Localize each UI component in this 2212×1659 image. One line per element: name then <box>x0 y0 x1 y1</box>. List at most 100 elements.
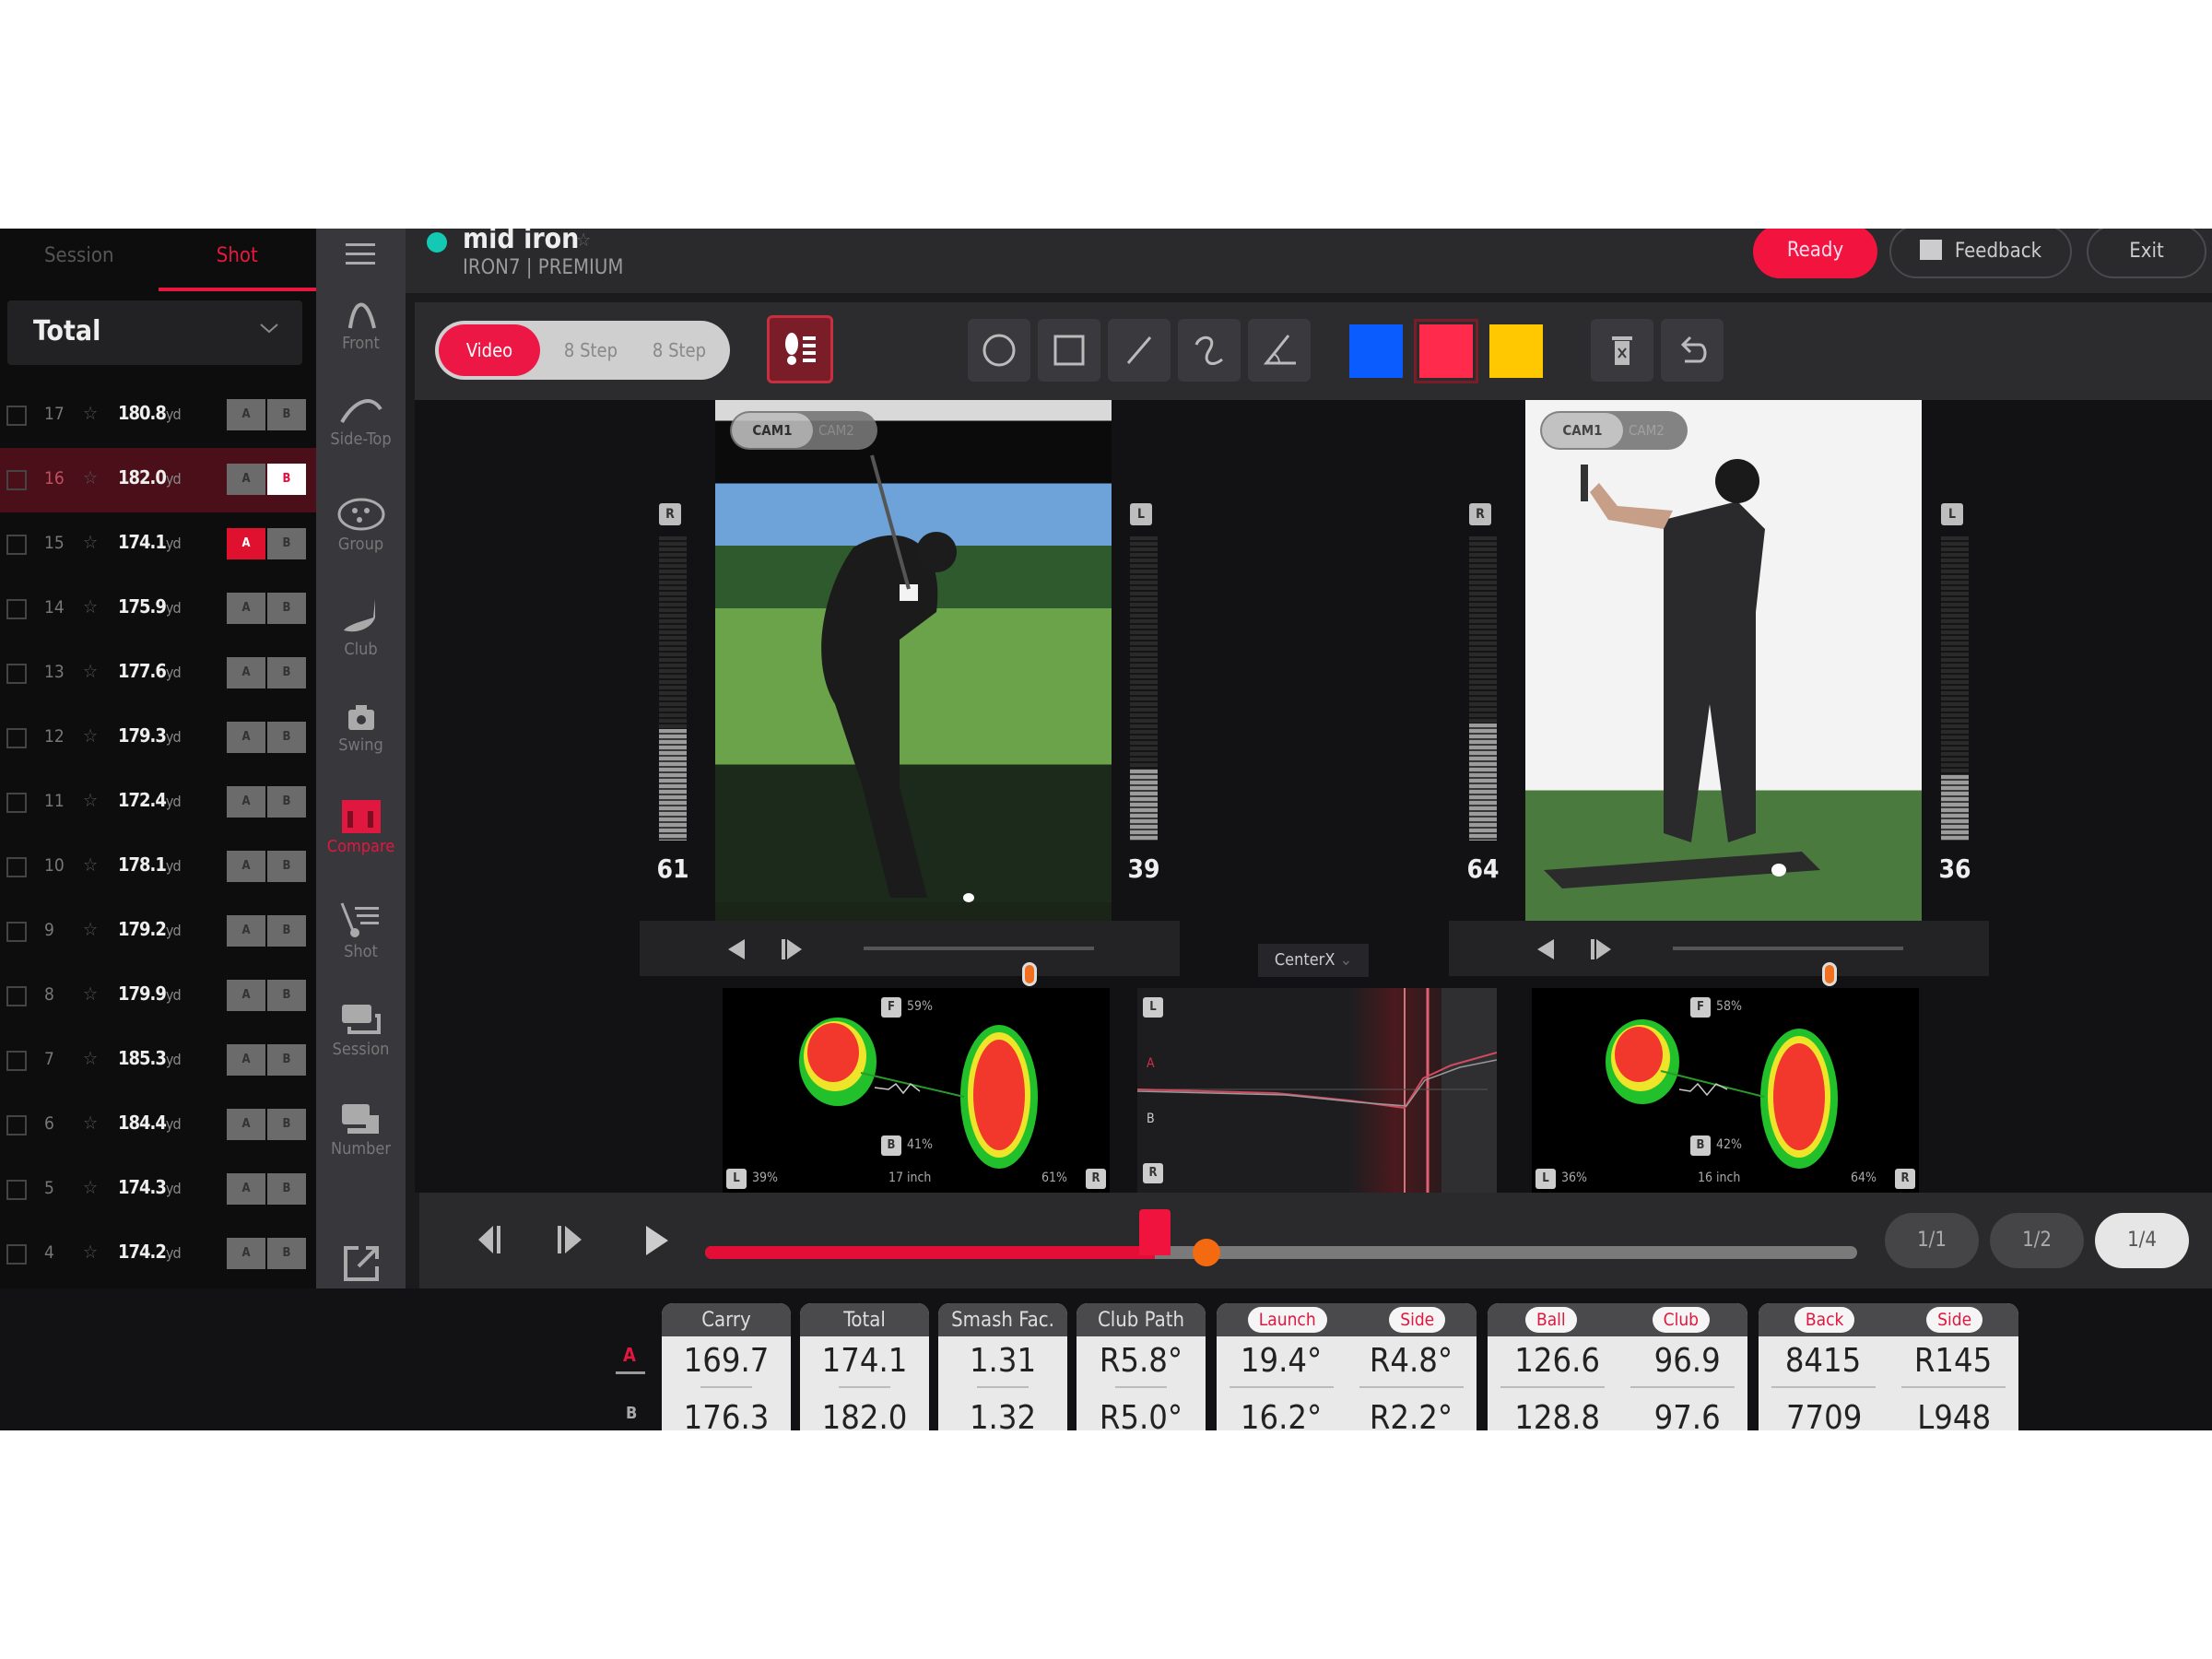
assign-b-button[interactable]: B <box>267 399 306 430</box>
favorite-star-icon[interactable]: ☆ <box>83 531 98 553</box>
footprint-list-button[interactable] <box>767 315 833 383</box>
video-a[interactable]: CAM1 CAM2 <box>715 400 1112 921</box>
shot-row[interactable]: 8 ☆ 179.9yd A B <box>0 964 316 1029</box>
undo-button[interactable] <box>1661 319 1724 382</box>
shot-checkbox[interactable] <box>6 599 27 619</box>
shot-row[interactable]: 11 ☆ 172.4yd A B <box>0 771 316 835</box>
shot-row[interactable]: 5 ☆ 174.3yd A B <box>0 1158 316 1222</box>
metric-filter-dropdown[interactable]: Total <box>7 300 302 365</box>
color-yellow-swatch[interactable] <box>1489 324 1543 378</box>
shot-checkbox[interactable] <box>6 1115 27 1135</box>
assign-a-button[interactable]: A <box>227 915 265 947</box>
tab-session[interactable]: Session <box>0 229 159 291</box>
timeline-impact-marker[interactable] <box>1138 1209 1171 1255</box>
shot-row[interactable]: 15 ☆ 174.1yd A B <box>0 512 316 577</box>
assign-a-button[interactable]: A <box>227 786 265 818</box>
assign-a-button[interactable]: A <box>227 851 265 882</box>
nav-shot[interactable]: Shot <box>316 900 406 961</box>
assign-a-button[interactable]: A <box>227 1044 265 1076</box>
mode-8-step-a[interactable]: 8 Step <box>549 321 632 380</box>
assign-a-button[interactable]: A <box>227 593 265 624</box>
shot-row[interactable]: 7 ☆ 185.3yd A B <box>0 1029 316 1093</box>
assign-b-button[interactable]: B <box>267 722 306 753</box>
favorite-star-icon[interactable]: ☆ <box>83 853 98 876</box>
assign-b-button[interactable]: B <box>267 851 306 882</box>
metric-header-label[interactable]: Back <box>1794 1307 1855 1333</box>
favorite-star-icon[interactable]: ☆ <box>83 466 98 488</box>
favorite-star-icon[interactable]: ☆ <box>83 724 98 747</box>
next-frame-icon[interactable] <box>1589 937 1613 961</box>
favorite-star-icon[interactable]: ☆ <box>576 229 591 251</box>
speed-quarter-button[interactable]: 1/4 <box>2095 1213 2189 1268</box>
speed-1x-button[interactable]: 1/1 <box>1885 1213 1979 1268</box>
center-metric-dropdown[interactable]: CenterX ⌄ <box>1258 944 1369 977</box>
step-back-icon[interactable] <box>477 1224 504 1255</box>
shot-checkbox[interactable] <box>6 793 27 813</box>
shot-row[interactable]: 17 ☆ 180.8yd A B <box>0 383 316 448</box>
feedback-button[interactable]: Feedback <box>1889 229 2072 278</box>
camera-toggle[interactable]: CAM1 CAM2 <box>1540 411 1688 450</box>
assign-b-button[interactable]: B <box>267 464 306 495</box>
shot-checkbox[interactable] <box>6 728 27 748</box>
shot-row[interactable]: 6 ☆ 184.4yd A B <box>0 1093 316 1158</box>
shot-checkbox[interactable] <box>6 922 27 942</box>
video-a-scrubber[interactable] <box>864 947 1094 986</box>
shot-checkbox[interactable] <box>6 470 27 490</box>
assign-a-button[interactable]: A <box>227 1173 265 1205</box>
assign-b-button[interactable]: B <box>267 657 306 688</box>
shot-checkbox[interactable] <box>6 664 27 684</box>
shot-checkbox[interactable] <box>6 857 27 877</box>
assign-a-button[interactable]: A <box>227 528 265 559</box>
next-frame-icon[interactable] <box>780 937 804 961</box>
assign-b-button[interactable]: B <box>267 786 306 818</box>
nav-compare[interactable]: Compare <box>316 798 406 856</box>
scrubber-handle[interactable] <box>1822 962 1837 986</box>
assign-b-button[interactable]: B <box>267 593 306 624</box>
mode-8-step-b[interactable]: 8 Step <box>638 321 721 380</box>
favorite-star-icon[interactable]: ☆ <box>83 1241 98 1263</box>
assign-a-button[interactable]: A <box>227 1109 265 1140</box>
hamburger-menu-icon[interactable] <box>344 238 377 271</box>
favorite-star-icon[interactable]: ☆ <box>83 789 98 811</box>
clear-drawings-button[interactable] <box>1591 319 1653 382</box>
circle-tool[interactable] <box>968 319 1030 382</box>
nav-swing[interactable]: Swing <box>316 700 406 755</box>
assign-a-button[interactable]: A <box>227 1238 265 1269</box>
play-icon[interactable] <box>642 1224 670 1257</box>
shot-row[interactable]: 13 ☆ 177.6yd A B <box>0 641 316 706</box>
video-b[interactable]: CAM1 CAM2 <box>1525 400 1922 921</box>
shot-checkbox[interactable] <box>6 1051 27 1071</box>
metric-header-label[interactable]: Launch <box>1247 1307 1327 1333</box>
metric-header-label[interactable]: Ball <box>1524 1307 1577 1333</box>
ready-button[interactable]: Ready <box>1753 229 1877 278</box>
nav-club[interactable]: Club <box>316 597 406 659</box>
scrubber-handle[interactable] <box>1022 962 1037 986</box>
shot-checkbox[interactable] <box>6 1180 27 1200</box>
tab-shot[interactable]: Shot <box>158 229 316 291</box>
timeline-track[interactable] <box>705 1209 1857 1266</box>
prev-frame-icon[interactable] <box>1534 937 1558 961</box>
angle-tool[interactable] <box>1248 319 1311 382</box>
shot-row[interactable]: 12 ☆ 179.3yd A B <box>0 706 316 771</box>
favorite-star-icon[interactable]: ☆ <box>83 1112 98 1134</box>
assign-b-button[interactable]: B <box>267 980 306 1011</box>
cam1-option[interactable]: CAM1 <box>1542 413 1623 448</box>
shot-checkbox[interactable] <box>6 406 27 426</box>
assign-b-button[interactable]: B <box>267 528 306 559</box>
video-b-scrubber[interactable] <box>1673 947 1903 986</box>
nav-group[interactable]: Group <box>316 496 406 554</box>
assign-a-button[interactable]: A <box>227 722 265 753</box>
rectangle-tool[interactable] <box>1038 319 1100 382</box>
assign-b-button[interactable]: B <box>267 1109 306 1140</box>
cam2-option[interactable]: CAM2 <box>1629 413 1665 448</box>
favorite-star-icon[interactable]: ☆ <box>83 918 98 940</box>
nav-number[interactable]: Number <box>316 1100 406 1159</box>
metric-header-label[interactable]: Side <box>1389 1307 1446 1333</box>
favorite-star-icon[interactable]: ☆ <box>83 660 98 682</box>
color-blue-swatch[interactable] <box>1349 324 1403 378</box>
color-red-swatch[interactable] <box>1414 319 1478 383</box>
timeline-playhead[interactable] <box>1192 1239 1220 1266</box>
line-tool[interactable] <box>1108 319 1171 382</box>
shot-checkbox[interactable] <box>6 1244 27 1265</box>
cam1-option[interactable]: CAM1 <box>732 413 813 448</box>
